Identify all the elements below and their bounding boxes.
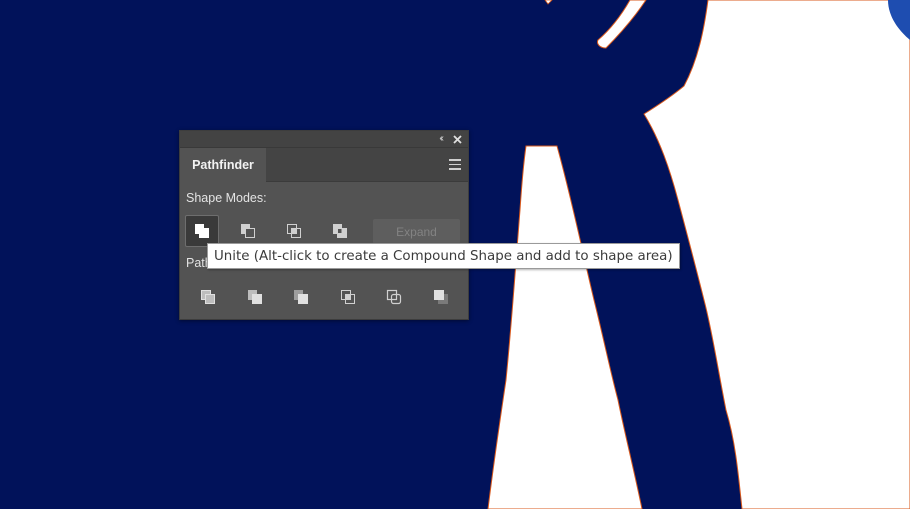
collapse-panel-icon[interactable]: ‹‹ bbox=[439, 132, 443, 146]
exclude-icon bbox=[333, 224, 347, 238]
pathfinder-panel: ‹‹ Pathfinder Shape Modes: Expand Path bbox=[179, 130, 469, 320]
intersect-icon bbox=[287, 224, 301, 238]
outline-button[interactable] bbox=[376, 281, 412, 313]
minus-front-icon bbox=[241, 224, 255, 238]
minus-back-button[interactable] bbox=[423, 281, 459, 313]
pathfinders-row bbox=[190, 281, 469, 313]
expand-button[interactable]: Expand bbox=[373, 219, 460, 244]
panel-tab-row: Pathfinder bbox=[180, 148, 468, 182]
minus-back-icon bbox=[433, 290, 448, 304]
hamburger-menu-icon[interactable] bbox=[449, 159, 461, 170]
unite-tooltip: Unite (Alt-click to create a Compound Sh… bbox=[207, 243, 680, 269]
panel-titlebar[interactable]: ‹‹ bbox=[180, 131, 468, 148]
shape-modes-label: Shape Modes: bbox=[186, 191, 267, 205]
close-icon[interactable] bbox=[450, 131, 464, 147]
trim-button[interactable] bbox=[237, 281, 273, 313]
tab-pathfinder[interactable]: Pathfinder bbox=[180, 148, 266, 182]
merge-icon bbox=[294, 290, 308, 304]
divide-icon bbox=[201, 290, 215, 304]
crop-icon bbox=[340, 290, 355, 304]
unite-icon bbox=[195, 224, 209, 238]
crop-button[interactable] bbox=[330, 281, 366, 313]
divide-button[interactable] bbox=[190, 281, 226, 313]
merge-button[interactable] bbox=[283, 281, 319, 313]
trim-icon bbox=[247, 290, 262, 304]
outline-icon bbox=[386, 289, 402, 305]
